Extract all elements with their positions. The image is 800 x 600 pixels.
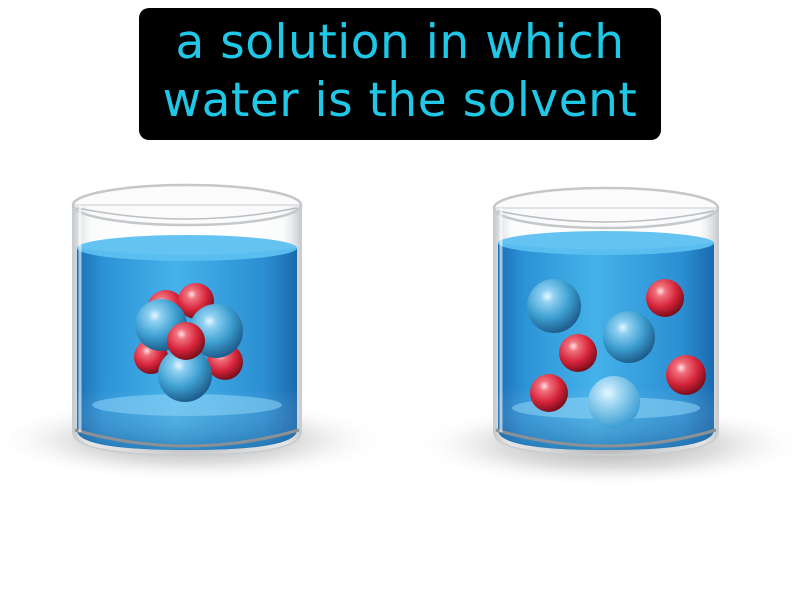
- blue-particle: [527, 279, 581, 333]
- red-particle: [666, 355, 706, 395]
- red-particle: [646, 279, 684, 317]
- dissolved-solution-beaker: [410, 186, 800, 487]
- water-surface: [77, 235, 297, 261]
- blue-particle: [603, 311, 655, 363]
- undissolved-solute-beaker: [0, 183, 390, 482]
- water-surface: [498, 231, 714, 255]
- red-particle: [559, 334, 597, 372]
- red-particle: [167, 322, 205, 360]
- blue-particle: [588, 376, 640, 428]
- red-particle: [530, 374, 568, 412]
- beakers-illustration: [0, 183, 800, 487]
